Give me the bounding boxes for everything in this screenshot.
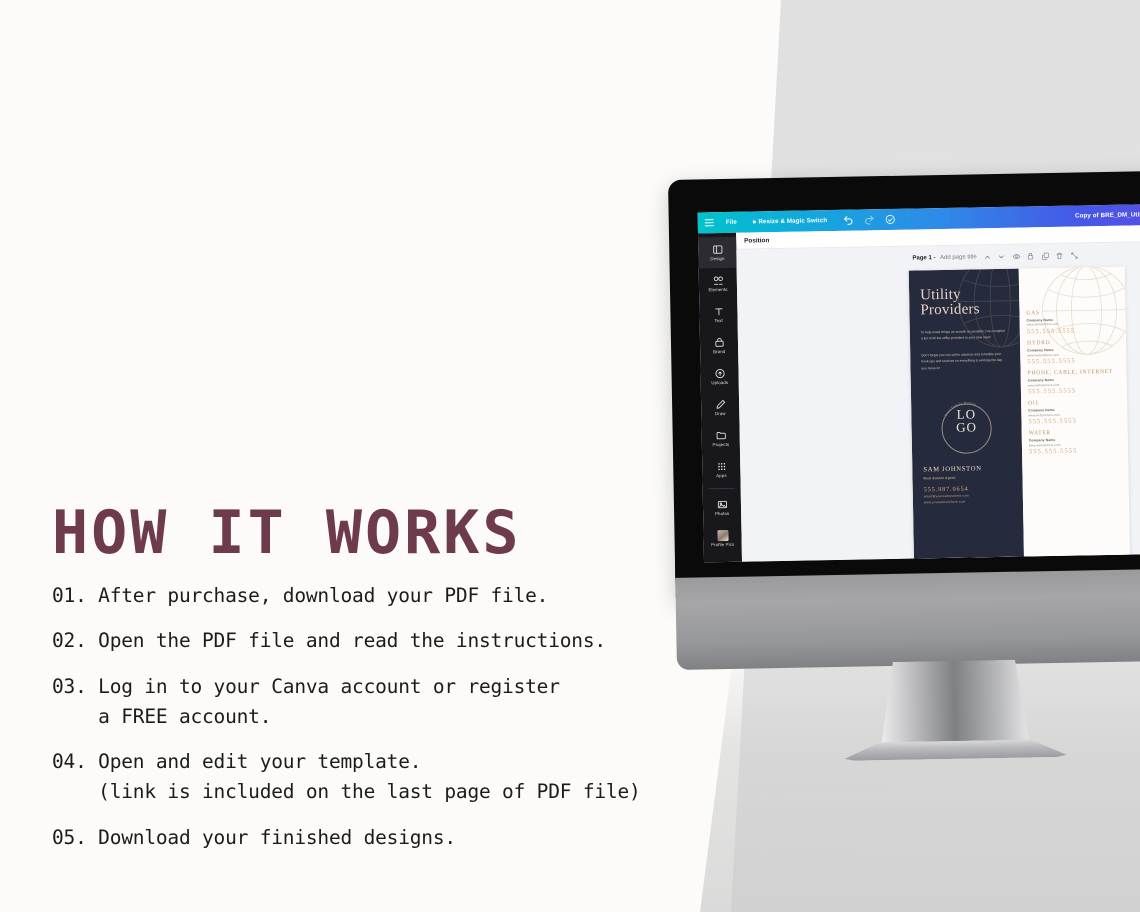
- expand-icon[interactable]: [1070, 251, 1078, 259]
- profile-pics-thumbnail-icon: [716, 529, 729, 541]
- brand-icon: [714, 337, 724, 347]
- logo-monogram: LO GO: [933, 406, 999, 435]
- sidebar-label-design: Design: [710, 256, 725, 262]
- hamburger-menu-icon[interactable]: [704, 219, 714, 227]
- design-heading: Utility Providers: [920, 287, 1020, 319]
- page-header-bar: Page 1 - Add page title: [912, 251, 1078, 262]
- sidebar-label-uploads: Uploads: [711, 380, 729, 386]
- design-heading-line2: Providers: [920, 301, 980, 319]
- sidebar-item-apps[interactable]: Apps: [702, 454, 741, 486]
- redo-icon[interactable]: [864, 214, 875, 225]
- design-icon: [712, 245, 722, 254]
- sidebar-item-brand[interactable]: Brand: [700, 330, 739, 362]
- position-button[interactable]: Position: [744, 237, 769, 244]
- sidebar-item-projects[interactable]: Projects: [701, 423, 740, 455]
- sidebar-label-brand: Brand: [713, 349, 726, 355]
- utility-phone: 555.555.5555: [1028, 417, 1077, 426]
- agent-website: www.yourwebsitehere.com: [923, 499, 966, 505]
- sidebar-label-apps: Apps: [716, 473, 727, 479]
- duplicate-icon[interactable]: [1041, 252, 1049, 260]
- page-title: HOW IT WORKS: [52, 498, 522, 568]
- instruction-step-3: 03. Log in to your Canva account or regi…: [52, 675, 560, 728]
- resize-magic-switch-button[interactable]: Resize & Magic Switch: [752, 217, 828, 226]
- page-number-label: Page 1 -: [912, 255, 936, 262]
- utility-entry: WATER Company Name www.websitehere.com 5…: [1029, 429, 1128, 455]
- chevron-up-icon[interactable]: [983, 253, 991, 261]
- sidebar-item-elements[interactable]: Elements: [699, 268, 738, 300]
- sidebar-label-elements: Elements: [708, 287, 728, 293]
- sidebar-item-profile-pics[interactable]: Profile Pics: [703, 523, 742, 555]
- canva-left-sidebar: Design Elements Text Brand Uploads Draw …: [697, 232, 743, 563]
- how-it-works-panel: HOW IT WORKS 01. After purchase, downloa…: [52, 498, 692, 852]
- agent-email: email@yourwebsitehere.com: [923, 493, 969, 499]
- utility-phone: 555.555.5555: [1027, 357, 1076, 366]
- chevron-down-icon[interactable]: [998, 253, 1006, 261]
- instruction-step-2: 02. Open the PDF file and read the instr…: [52, 629, 606, 653]
- agent-name: SAM JOHNSTON: [923, 465, 982, 474]
- sidebar-item-uploads[interactable]: Uploads: [700, 361, 739, 393]
- agent-phone: 555.987.0654: [923, 485, 969, 493]
- sidebar-item-draw[interactable]: Draw: [701, 392, 740, 424]
- design-paragraph-1: To help make things as smooth as possibl…: [920, 328, 1005, 341]
- design-artboard[interactable]: Utility Providers To help make things as…: [908, 266, 1131, 562]
- artboard-right-panel: GAS Company Name www.websitehere.com 555…: [1018, 266, 1131, 561]
- add-page-title-button[interactable]: Add page title: [940, 254, 977, 261]
- sidebar-divider: [708, 487, 735, 490]
- projects-folder-icon: [716, 431, 726, 440]
- utility-entry: OIL Company Name www.websitehere.com 555…: [1028, 399, 1127, 426]
- sidebar-label-draw: Draw: [714, 411, 726, 417]
- design-paragraph-2: Don't forget you can call in advance and…: [921, 351, 1003, 371]
- photos-icon: [717, 500, 727, 509]
- instruction-step-1: 01. After purchase, download your PDF fi…: [52, 583, 549, 607]
- imac-monitor-mockup: File Resize & Magic Switch Copy of BRE_D…: [668, 170, 1140, 669]
- artboard-left-panel: Utility Providers To help make things as…: [908, 268, 1025, 562]
- agent-role: Real Estate Agent: [923, 475, 956, 480]
- sidebar-item-photos[interactable]: Photos: [703, 492, 742, 524]
- sidebar-label-profile-pics: Profile Pics: [711, 542, 735, 548]
- utility-entry: GAS Company Name www.websitehere.com 555…: [1026, 309, 1125, 335]
- sidebar-item-design[interactable]: Design: [698, 236, 737, 269]
- utility-phone: 555.555.5555: [1028, 447, 1078, 456]
- monitor-screen: File Resize & Magic Switch Copy of BRE_D…: [697, 203, 1140, 563]
- logo-line-2: GO: [956, 419, 978, 435]
- text-icon: [714, 308, 723, 315]
- resize-label: Resize & Magic Switch: [758, 217, 828, 226]
- undo-icon[interactable]: [843, 215, 854, 226]
- sidebar-label-text: Text: [714, 318, 723, 324]
- trash-icon[interactable]: [1056, 252, 1064, 260]
- utility-phone: 555.555.5555: [1027, 387, 1077, 396]
- apps-grid-icon: [717, 462, 725, 470]
- document-title[interactable]: Copy of BRE_DM_Utility-Provid: [1075, 211, 1140, 220]
- instruction-step-5: 05. Download your finished designs.: [52, 825, 456, 849]
- monitor-chin: [675, 568, 1140, 670]
- utility-entry: HYDRO Company Name www.websitehere.com 5…: [1027, 339, 1126, 365]
- instruction-step-4: 04. Open and edit your template. (link i…: [52, 750, 641, 803]
- sidebar-label-photos: Photos: [714, 511, 730, 517]
- hide-page-icon[interactable]: [1012, 253, 1020, 261]
- design-logo: Your Family Realtor LO GO: [933, 399, 1000, 460]
- canva-canvas-area[interactable]: Page 1 - Add page title Utility Provider…: [736, 241, 1140, 562]
- cloud-saved-icon[interactable]: [885, 214, 896, 225]
- draw-icon: [716, 399, 725, 409]
- sidebar-label-projects: Projects: [712, 442, 730, 448]
- design-agent-block: SAM JOHNSTON Real Estate Agent 555.987.0…: [923, 465, 1016, 504]
- file-menu-button[interactable]: File: [726, 219, 737, 226]
- lock-icon[interactable]: [1027, 252, 1035, 260]
- sidebar-item-text[interactable]: Text: [699, 299, 738, 331]
- bullet-icon: [752, 220, 756, 224]
- uploads-icon: [714, 368, 725, 378]
- monitor-stand-neck: [879, 659, 1031, 750]
- utility-entry: PHONE, CABLE, INTERNET Company Name www.…: [1028, 369, 1127, 395]
- elements-icon: [713, 276, 723, 285]
